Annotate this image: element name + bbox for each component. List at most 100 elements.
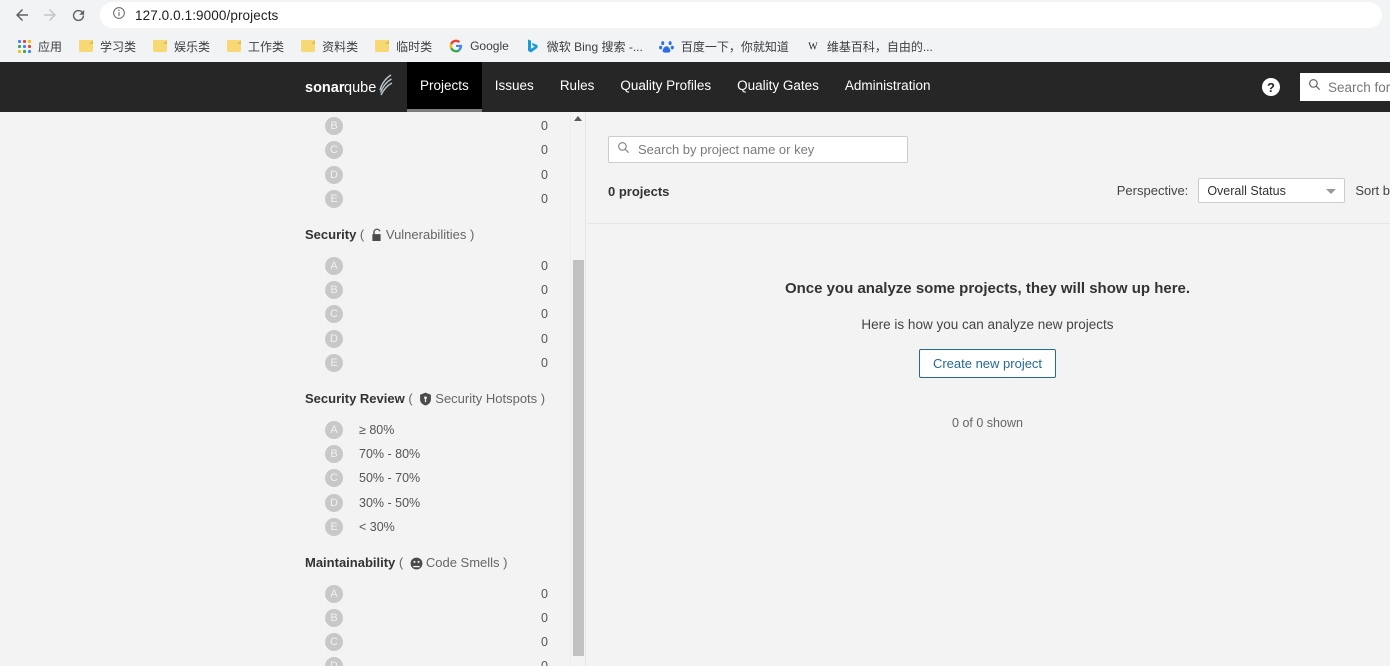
facet-row-e[interactable]: E < 30% — [305, 515, 548, 539]
facet-title-text: Security — [305, 226, 357, 242]
project-search-input[interactable]: Search by project name or key — [608, 136, 908, 163]
nav-item-quality-profiles[interactable]: Quality Profiles — [607, 62, 724, 112]
perspective-label: Perspective: — [1116, 183, 1189, 198]
facet-row-a[interactable]: A 0 — [305, 582, 548, 606]
rating-badge: D — [325, 657, 343, 666]
facet-count: 0 — [541, 611, 548, 626]
sonarqube-navbar: sonar qube Projects Issues Rules Quality… — [0, 62, 1390, 112]
rating-badge: D — [325, 165, 343, 184]
sort-by-label[interactable]: Sort b — [1355, 183, 1390, 198]
nav-label: Projects — [420, 78, 469, 93]
facet-row-a[interactable]: A ≥ 80% — [305, 418, 548, 442]
help-icon[interactable]: ? — [1262, 78, 1280, 96]
facet-title-maintainability: Maintainability ( Code Smells ) — [305, 539, 570, 582]
facet-security: Security ( Vulnerabilities ) A 0 B 0 C 0… — [0, 211, 570, 375]
site-info-icon[interactable] — [112, 6, 126, 25]
rating-badge: E — [325, 353, 343, 372]
facet-row-b[interactable]: B 70% - 80% — [305, 442, 548, 466]
facet-count: 0 — [541, 119, 548, 134]
bookmark-folder-5[interactable]: 临时类 — [366, 34, 440, 58]
folder-icon — [226, 38, 242, 54]
back-button[interactable] — [8, 1, 36, 29]
nav-label: Issues — [494, 78, 534, 93]
folder-icon — [300, 38, 316, 54]
facet-count: 0 — [541, 143, 548, 158]
rating-badge: B — [325, 609, 343, 628]
global-search-input[interactable]: Search for — [1300, 73, 1390, 101]
facet-range: < 30% — [359, 519, 395, 534]
facet-row-c[interactable]: C 0 — [305, 302, 548, 326]
navbar-right: ? Search for — [1262, 62, 1390, 112]
back-arrow-icon — [13, 6, 31, 24]
sonarqube-logo[interactable]: sonar qube — [305, 62, 407, 112]
projects-toolbar: Search by project name or key 0 projects… — [587, 112, 1390, 224]
facet-title-security-review: Security Review ( Security Hotspots ) — [305, 375, 570, 418]
browser-toolbar: 127.0.0.1:9000/projects — [0, 0, 1390, 30]
nav-item-administration[interactable]: Administration — [832, 62, 944, 112]
forward-button[interactable] — [36, 1, 64, 29]
facet-count: 0 — [541, 259, 548, 274]
create-new-project-button[interactable]: Create new project — [918, 349, 1057, 378]
search-icon — [1308, 78, 1321, 96]
facet-reliability: A 0 B 0 C 0 D 0 E 0 — [0, 112, 570, 211]
facet-row-d[interactable]: D 0 — [305, 163, 548, 187]
bookmark-apps[interactable]: 应用 — [8, 34, 70, 58]
rating-badge: A — [325, 257, 343, 276]
facet-row-c[interactable]: C 0 — [305, 138, 548, 162]
bookmark-folder-4[interactable]: 资料类 — [292, 34, 366, 58]
facet-row-c[interactable]: C 0 — [305, 630, 548, 654]
facet-count: 0 — [541, 331, 548, 346]
facet-range: 70% - 80% — [359, 447, 421, 462]
bookmarks-bar: 应用 学习类 娱乐类 工作类 资料类 临时类 Google 微软 Bing 搜索… — [0, 30, 1390, 62]
nav-item-rules[interactable]: Rules — [547, 62, 608, 112]
rating-badge: A — [325, 584, 343, 603]
address-bar-url: 127.0.0.1:9000/projects — [135, 7, 279, 23]
facet-row-b[interactable]: B 0 — [305, 606, 548, 630]
facet-range: 50% - 70% — [359, 471, 421, 486]
empty-state-title: Once you analyze some projects, they wil… — [784, 280, 1191, 297]
projects-count: 0 projects — [608, 184, 670, 199]
facet-row-d[interactable]: D 30% - 50% — [305, 490, 548, 514]
perspective-select[interactable]: Overall Status — [1198, 178, 1346, 203]
folder-icon — [78, 38, 94, 54]
bookmark-google[interactable]: Google — [440, 34, 517, 58]
facet-row-e[interactable]: E 0 — [305, 351, 548, 375]
nav-item-projects[interactable]: Projects — [407, 62, 482, 112]
bookmark-folder-3[interactable]: 工作类 — [218, 34, 292, 58]
nav-item-quality-gates[interactable]: Quality Gates — [724, 62, 832, 112]
bookmark-bing[interactable]: 微软 Bing 搜索 -... — [517, 34, 651, 58]
facet-row-b[interactable]: B 0 — [305, 278, 548, 302]
rating-badge: A — [325, 420, 343, 439]
bookmark-label: 维基百科，自由的... — [826, 39, 933, 54]
projects-page: A 0 B 0 C 0 D 0 E 0 — [0, 112, 1390, 666]
facet-count: 0 — [541, 635, 548, 650]
facet-row-b[interactable]: B 0 — [305, 114, 548, 138]
sidebar-scrollbar[interactable] — [570, 112, 585, 666]
facet-title-text: Maintainability — [305, 554, 396, 570]
nav-label: Quality Gates — [737, 78, 819, 93]
bookmark-baidu[interactable]: 百度一下，你就知道 — [651, 34, 797, 58]
scrollbar-thumb[interactable] — [573, 260, 584, 656]
facet-count: 0 — [541, 167, 548, 182]
facet-metric-security-review: Security Hotspots — [435, 390, 538, 406]
facet-row-d[interactable]: D 0 — [305, 327, 548, 351]
facet-row-c[interactable]: C 50% - 70% — [305, 466, 548, 490]
empty-state-subtitle: Here is how you can analyze new projects — [861, 317, 1114, 332]
wikipedia-icon: W — [805, 38, 821, 54]
rating-badge: C — [325, 633, 343, 652]
bookmark-folder-1[interactable]: 学习类 — [70, 34, 144, 58]
address-bar[interactable]: 127.0.0.1:9000/projects — [100, 2, 1382, 28]
scroll-up-arrow-icon[interactable] — [574, 116, 582, 121]
bookmark-folder-2[interactable]: 娱乐类 — [144, 34, 218, 58]
facet-row-d[interactable]: D 0 — [305, 654, 548, 666]
bookmark-label: 学习类 — [100, 39, 137, 54]
bookmark-wikipedia[interactable]: W 维基百科，自由的... — [797, 34, 941, 58]
nav-item-issues[interactable]: Issues — [482, 62, 547, 112]
facet-count: 0 — [541, 307, 548, 322]
facet-row-a[interactable]: A 0 — [305, 254, 548, 278]
facet-count: 0 — [541, 586, 548, 601]
facet-title-security: Security ( Vulnerabilities ) — [305, 211, 570, 254]
reload-button[interactable] — [64, 1, 92, 29]
facet-row-e[interactable]: E 0 — [305, 187, 548, 211]
apps-grid-icon — [16, 38, 32, 54]
